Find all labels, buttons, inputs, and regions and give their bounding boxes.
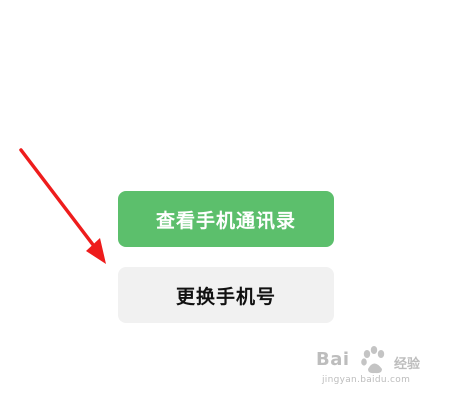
watermark-sub-text: 经验 xyxy=(394,357,421,372)
watermark-brand-text: Bai xyxy=(316,349,350,370)
view-contacts-button[interactable]: 查看手机通讯录 xyxy=(118,191,334,247)
baidu-paw-icon xyxy=(361,346,385,374)
baidu-jingyan-watermark: Bai 经验 jingyan.baidu.com xyxy=(316,345,426,389)
change-phone-number-button[interactable]: 更换手机号 xyxy=(118,267,334,323)
watermark-url: jingyan.baidu.com xyxy=(322,375,411,385)
